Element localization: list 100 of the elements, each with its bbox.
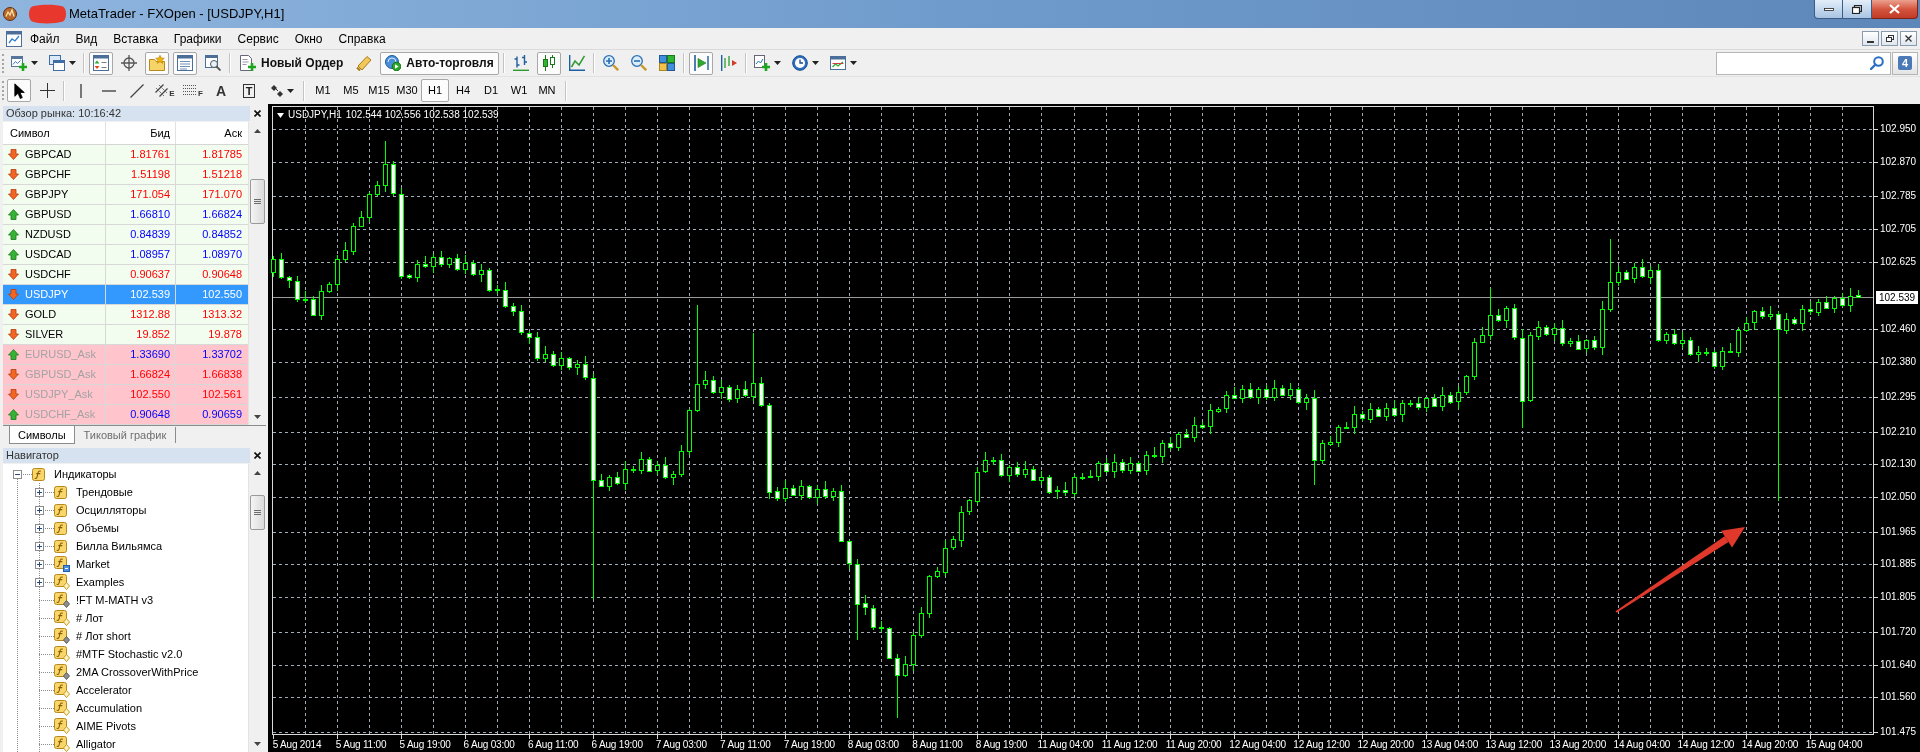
scrollbar-track[interactable] xyxy=(248,464,265,752)
scroll-up-icon[interactable] xyxy=(253,128,261,133)
channel-icon xyxy=(155,84,169,97)
navigator-item[interactable]: Билла Вильямса xyxy=(76,538,163,554)
scroll-down-icon[interactable] xyxy=(253,414,261,419)
quote-row[interactable]: USDCHF 0.90637 0.90648 xyxy=(3,265,248,285)
bid-price: 19.852 xyxy=(106,325,176,344)
navigator-item[interactable]: AIME Pivots xyxy=(76,718,136,734)
terminal-button[interactable] xyxy=(173,51,197,75)
quote-row[interactable]: GBPUSD 1.66810 1.66824 xyxy=(3,205,248,225)
plus-box-icon[interactable] xyxy=(35,577,44,587)
candle-chart-button[interactable] xyxy=(536,51,561,75)
close-button[interactable] xyxy=(1900,31,1917,46)
market-watch-button[interactable] xyxy=(89,51,113,75)
chart-plus-icon xyxy=(10,55,27,71)
candlestick xyxy=(631,465,636,474)
quote-row[interactable]: GOLD 1312.88 1313.32 xyxy=(3,305,248,325)
navigator-item[interactable]: !FT M-MATH v3 xyxy=(76,592,154,608)
navigator-item[interactable]: Индикаторы xyxy=(54,466,117,482)
redaction-mark xyxy=(27,4,67,24)
candlestick xyxy=(1055,485,1060,500)
scroll-down-icon[interactable] xyxy=(253,741,261,746)
candlestick xyxy=(1704,347,1709,356)
fibonacci-button[interactable]: F xyxy=(181,79,205,102)
scrollbar-thumb[interactable] xyxy=(249,179,265,224)
timeframe-button[interactable]: MN xyxy=(533,79,561,102)
column-header[interactable]: Бид xyxy=(106,122,176,144)
restore-button[interactable] xyxy=(1843,0,1872,19)
quote-row[interactable]: GBPCAD 1.81761 1.81785 xyxy=(3,145,248,165)
plus-box-icon[interactable] xyxy=(35,541,44,551)
timeframe-button[interactable]: M5 xyxy=(337,79,365,102)
timeframe-button[interactable]: M15 xyxy=(365,79,393,102)
minimize-button[interactable] xyxy=(1814,0,1843,19)
close-icon[interactable] xyxy=(254,110,261,117)
navigator-item[interactable]: 2MA CrossoverWithPrice xyxy=(76,664,199,680)
toolbar-grip[interactable] xyxy=(2,81,5,100)
scrollbar-track[interactable] xyxy=(248,122,265,425)
ask-price: 1.66838 xyxy=(201,367,243,382)
navigator-item[interactable]: Market xyxy=(76,556,110,572)
candlestick xyxy=(927,574,932,619)
navigator-item[interactable]: Осцилляторы xyxy=(76,502,147,518)
autoscroll-button[interactable] xyxy=(688,51,713,75)
timeframe-button[interactable]: W1 xyxy=(505,79,533,102)
minimize-button[interactable] xyxy=(1862,31,1879,46)
price-label: 102.870 xyxy=(1880,155,1917,168)
toolbar-grip[interactable] xyxy=(2,53,5,73)
cursor-button[interactable] xyxy=(7,79,31,102)
column-header[interactable]: Аск xyxy=(176,122,248,144)
navigator-item[interactable]: Examples xyxy=(76,574,125,590)
column-header[interactable]: Символ xyxy=(3,122,106,144)
quote-row[interactable]: SILVER 19.852 19.878 xyxy=(3,325,248,345)
navigator-item[interactable]: Alligator xyxy=(76,736,116,752)
channel-button[interactable]: E xyxy=(153,79,177,102)
panel-tab[interactable]: Символы xyxy=(9,426,75,444)
minus-box-icon[interactable] xyxy=(13,469,22,479)
navigator-item[interactable]: Accumulation xyxy=(76,700,143,716)
quote-row[interactable]: GBPCHF 1.51198 1.51218 xyxy=(3,165,248,185)
navigator-item[interactable]: #MTF Stochastic v2.0 xyxy=(76,646,183,662)
plus-box-icon[interactable] xyxy=(35,559,44,569)
navigator-item[interactable]: # Лот short xyxy=(76,628,131,644)
timeframe-button[interactable]: M30 xyxy=(393,79,421,102)
function-icon xyxy=(32,467,45,481)
timeframe-button[interactable]: H1 xyxy=(421,79,449,102)
plus-box-icon[interactable] xyxy=(35,487,44,497)
menu-item[interactable]: Справка xyxy=(330,28,394,49)
timeframe-button[interactable]: H4 xyxy=(449,79,477,102)
close-icon[interactable] xyxy=(254,452,261,459)
scroll-up-icon[interactable] xyxy=(253,470,261,475)
messages-button[interactable]: 4 xyxy=(1892,51,1918,75)
candlestick xyxy=(615,471,620,486)
text-label-button[interactable]: T xyxy=(237,79,261,102)
search-field[interactable] xyxy=(1716,51,1891,75)
menu-item[interactable]: Файл xyxy=(22,28,68,49)
text-button[interactable]: A xyxy=(209,79,233,102)
menu-item[interactable]: Вид xyxy=(67,28,106,49)
navigator-item[interactable]: Accelerator xyxy=(76,682,132,698)
timeframe-button[interactable]: D1 xyxy=(477,79,505,102)
plus-box-icon[interactable] xyxy=(35,505,44,515)
ask-price: 1313.32 xyxy=(201,307,243,322)
close-button[interactable] xyxy=(1872,0,1918,19)
timeframe-button[interactable]: M1 xyxy=(309,79,337,102)
quote-row[interactable]: USDCAD 1.08957 1.08970 xyxy=(3,245,248,265)
menu-item[interactable]: Графики xyxy=(165,28,230,49)
navigator-item[interactable]: # Лот xyxy=(76,610,104,626)
restore-button[interactable] xyxy=(1881,31,1898,46)
bid-price: 0.84839 xyxy=(106,225,176,244)
panel-tab[interactable]: Тиковый график xyxy=(74,427,177,443)
plus-box-icon[interactable] xyxy=(35,523,44,533)
price-label: 102.380 xyxy=(1880,356,1917,369)
navigator-item[interactable]: Объемы xyxy=(76,520,119,536)
navigator-item[interactable]: Трендовые xyxy=(76,484,133,500)
autotrading-button[interactable]: Авто-торговля xyxy=(380,51,499,75)
scrollbar-thumb[interactable] xyxy=(249,495,265,530)
menu-item[interactable]: Сервис xyxy=(229,28,287,49)
menu-item[interactable]: Вставка xyxy=(105,28,166,49)
menu-item[interactable]: Окно xyxy=(286,28,331,49)
quote-row[interactable]: NZDUSD 0.84839 0.84852 xyxy=(3,225,248,245)
candlestick xyxy=(1584,338,1589,354)
new-order-button[interactable]: Новый Ордер xyxy=(235,51,349,75)
quote-row[interactable]: GBPJPY 171.054 171.070 xyxy=(3,185,248,205)
